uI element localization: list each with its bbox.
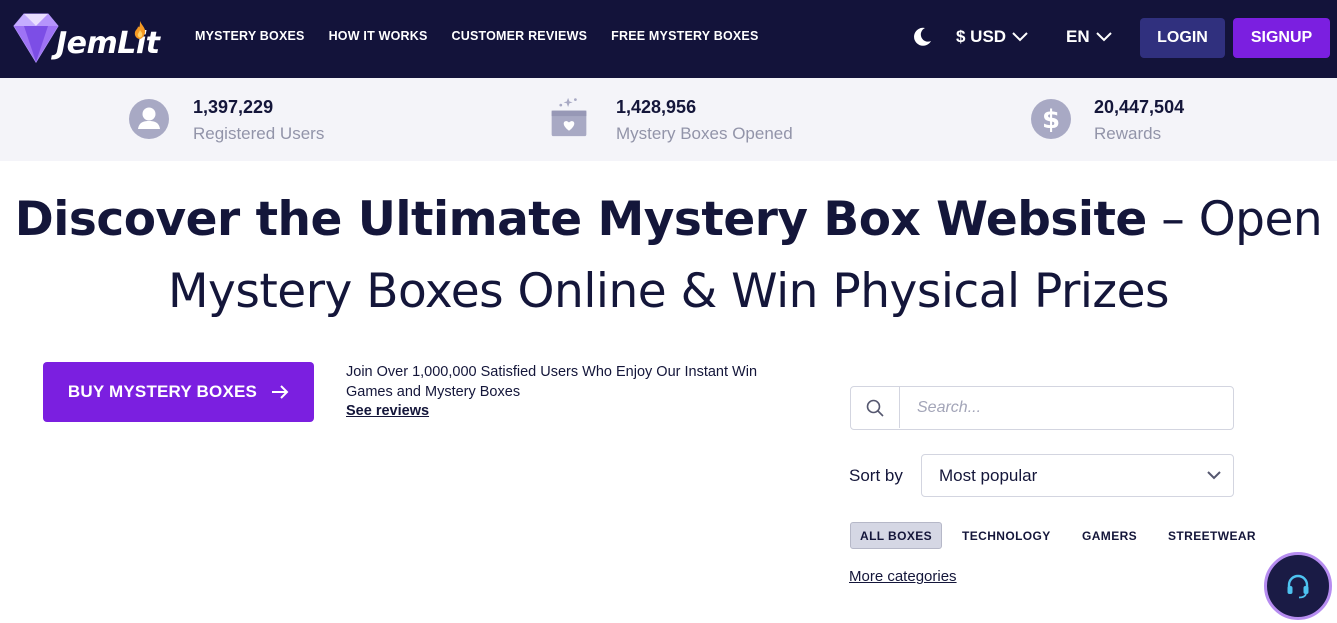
stat-value: 20,447,504 [1094, 97, 1185, 117]
dollar-icon: $ [1031, 99, 1071, 139]
category-technology[interactable]: TECHNOLOGY [962, 522, 1051, 549]
currency-selector[interactable]: $ USD [956, 27, 1028, 47]
signup-button[interactable]: SIGNUP [1233, 18, 1330, 58]
moon-icon[interactable] [911, 26, 933, 48]
join-text: Join Over 1,000,000 Satisfied Users Who … [346, 364, 758, 400]
sort-select[interactable]: Most popular [921, 454, 1234, 497]
search-input[interactable] [903, 387, 1231, 428]
search-icon-wrap[interactable] [851, 387, 900, 428]
navbar: JemLit MYSTERY BOXES HOW IT WORKS CUSTOM… [0, 0, 1337, 78]
stats-bar: 1,397,229 Registered Users 1,428,956 Mys… [0, 78, 1337, 161]
see-reviews-link[interactable]: See reviews [346, 403, 429, 419]
buy-mystery-boxes-button[interactable]: BUY MYSTERY BOXES [43, 362, 314, 422]
arrow-right-icon [272, 385, 289, 399]
gem-logo-icon [13, 13, 59, 63]
hero-title-bold: Discover the Ultimate Mystery Box Websit… [14, 192, 1148, 247]
sort-value: Most popular [939, 465, 1038, 485]
language-selector[interactable]: EN [1066, 27, 1112, 47]
main-nav: MYSTERY BOXES HOW IT WORKS CUSTOMER REVI… [195, 29, 783, 43]
nav-how-it-works[interactable]: HOW IT WORKS [329, 29, 428, 43]
jemlit-logo[interactable]: JemLit [10, 10, 160, 68]
currency-value: $ USD [956, 27, 1007, 46]
hero-title-light-2: Mystery Boxes Online & Win Physical Priz… [168, 264, 1170, 319]
hero-title: Discover the Ultimate Mystery Box Websit… [0, 184, 1337, 328]
stat-value: 1,397,229 [193, 97, 274, 117]
chevron-down-icon [1012, 32, 1028, 42]
buy-button-label: BUY MYSTERY BOXES [67, 382, 258, 401]
gift-box-icon [551, 97, 587, 137]
category-all-boxes[interactable]: ALL BOXES [850, 522, 943, 549]
stat-label: Registered Users [193, 124, 325, 143]
nav-free-mystery-boxes[interactable]: FREE MYSTERY BOXES [611, 29, 758, 43]
headset-icon [1287, 574, 1309, 599]
chevron-down-icon [1207, 471, 1221, 480]
language-value: EN [1066, 27, 1090, 46]
svg-text:$: $ [1042, 105, 1060, 135]
search-box [850, 386, 1234, 430]
stat-label: Rewards [1094, 124, 1162, 143]
user-icon [129, 99, 169, 139]
flame-icon [134, 21, 146, 39]
support-chat-button[interactable] [1264, 552, 1332, 620]
search-icon [866, 399, 884, 417]
hero-title-light-1: – Open [1146, 192, 1323, 247]
nav-mystery-boxes[interactable]: MYSTERY BOXES [195, 29, 305, 43]
stat-label: Mystery Boxes Opened [616, 124, 793, 143]
category-gamers[interactable]: GAMERS [1082, 522, 1137, 549]
stat-value: 1,428,956 [616, 97, 697, 117]
sort-label: Sort by [849, 466, 903, 485]
login-button[interactable]: LOGIN [1140, 18, 1225, 58]
nav-customer-reviews[interactable]: CUSTOMER REVIEWS [452, 29, 588, 43]
chevron-down-icon [1095, 32, 1112, 42]
category-streetwear[interactable]: STREETWEAR [1168, 522, 1256, 549]
more-categories-link[interactable]: More categories [849, 568, 957, 585]
